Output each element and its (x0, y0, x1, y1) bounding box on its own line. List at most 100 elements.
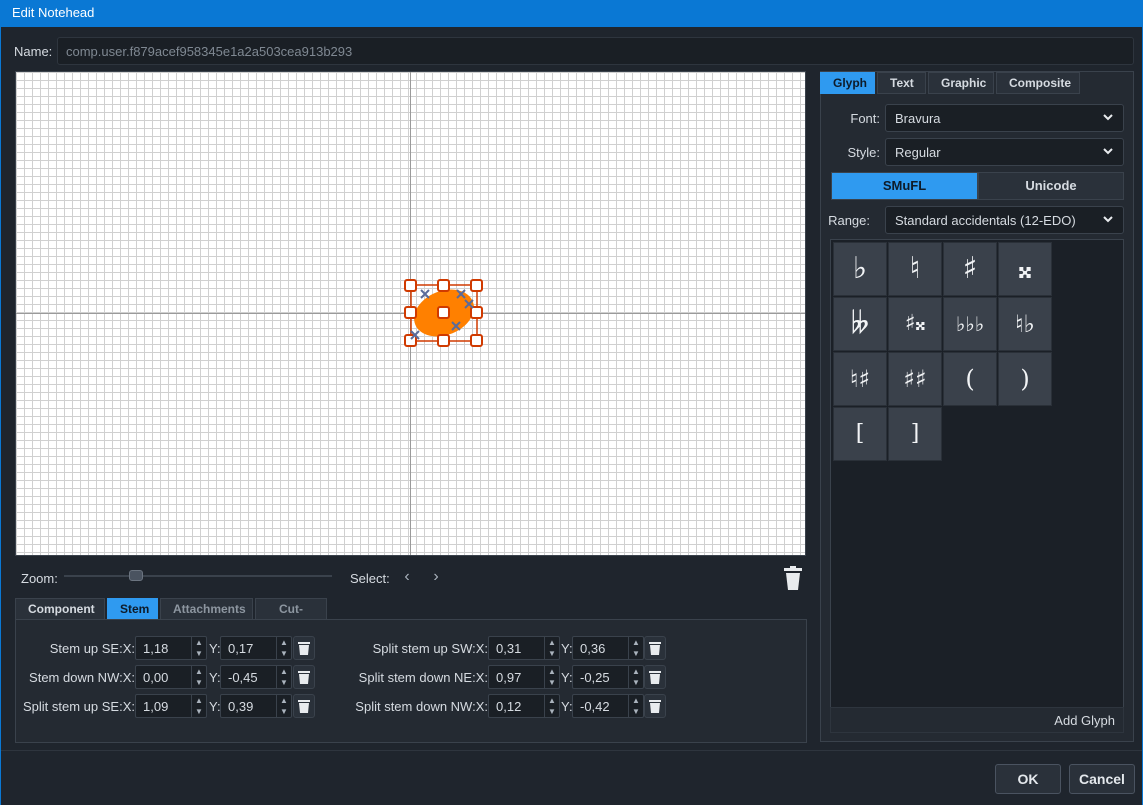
unicode-toggle[interactable]: Unicode (978, 172, 1124, 200)
delete-split-stem-down-nw-button[interactable] (644, 694, 666, 718)
center-handle[interactable] (437, 306, 450, 319)
smufl-toggle[interactable]: SMuFL (831, 172, 978, 200)
split-stem-up-sw-y-input[interactable]: 0,36 ▲ ▼ (572, 636, 644, 660)
resize-handle-e[interactable] (470, 306, 483, 319)
glyph-sharp[interactable]: ♯ (943, 242, 997, 296)
glyph-natural-flat[interactable]: ♮♭ (998, 297, 1052, 351)
add-glyph-button[interactable]: Add Glyph (830, 707, 1124, 733)
range-label: Range: (828, 213, 870, 228)
trash-icon (298, 671, 310, 684)
bottom-tab-bar: Component Stem Attachments Cut-outs (15, 598, 327, 636)
tab-stem[interactable]: Stem (107, 598, 158, 620)
y-label: Y: (561, 641, 573, 656)
resize-handle-n[interactable] (437, 279, 450, 292)
title-bar: Edit Notehead (0, 0, 1143, 27)
zoom-slider-handle[interactable] (129, 570, 143, 581)
right-tab-bar: Glyph Text Graphic Composite (820, 72, 1080, 94)
range-dropdown[interactable]: Standard accidentals (12-EDO) (885, 206, 1124, 234)
chevron-down-icon (1103, 114, 1113, 121)
split-stem-down-nw-x-input[interactable]: 0,12 ▲ ▼ (488, 694, 560, 718)
range-value: Standard accidentals (12-EDO) (895, 213, 1076, 228)
y-label: Y: (561, 670, 573, 685)
glyph-natural-sharp[interactable]: ♮♯ (833, 352, 887, 406)
tab-text[interactable]: Text (877, 72, 926, 94)
font-value: Bravura (895, 111, 941, 126)
resize-handle-w[interactable] (404, 306, 417, 319)
resize-handle-ne[interactable] (470, 279, 483, 292)
delete-split-stem-up-sw-button[interactable] (644, 636, 666, 660)
font-dropdown[interactable]: Bravura (885, 104, 1124, 132)
delete-split-stem-down-ne-button[interactable] (644, 665, 666, 689)
ok-button[interactable]: OK (995, 764, 1061, 794)
style-value: Regular (895, 145, 941, 160)
edit-notehead-dialog: Name: comp.user.f879acef958345e1a2a503ce… (0, 27, 1143, 805)
y-label: Y: (209, 699, 221, 714)
glyph-natural[interactable]: ♮ (888, 242, 942, 296)
delete-stem-down-nw-button[interactable] (293, 665, 315, 689)
delete-stem-up-se-button[interactable] (293, 636, 315, 660)
stem-down-nw-y-input[interactable]: -0,45 ▲ ▼ (220, 665, 292, 689)
glyph-sharp-sharp[interactable]: ♯♯ (888, 352, 942, 406)
stem-up-se-label: Stem up SE:X: (49, 641, 135, 656)
glyph-double-flat[interactable]: 𝄫 (833, 297, 887, 351)
zoom-slider[interactable] (64, 575, 332, 577)
split-stem-down-ne-y-input[interactable]: -0,25 ▲ ▼ (572, 665, 644, 689)
glyph-paren-left[interactable]: ( (943, 352, 997, 406)
trash-icon (298, 642, 310, 655)
split-stem-up-se-y-input[interactable]: 0,39 ▲ ▼ (220, 694, 292, 718)
tab-cut-outs[interactable]: Cut-outs (255, 598, 327, 636)
font-label: Font: (850, 111, 880, 126)
select-next-button[interactable]: › (426, 567, 446, 587)
tab-attachments[interactable]: Attachments (160, 598, 253, 620)
delete-component-icon[interactable] (781, 565, 805, 591)
select-label: Select: (350, 571, 390, 586)
tab-composite[interactable]: Composite (996, 72, 1080, 94)
stem-down-nw-label: Stem down NW:X: (29, 670, 135, 685)
tab-graphic[interactable]: Graphic (928, 72, 994, 94)
cancel-button[interactable]: Cancel (1069, 764, 1135, 794)
name-field[interactable]: comp.user.f879acef958345e1a2a503cea913b2… (57, 37, 1134, 65)
glyph-bracket-left[interactable]: [ (833, 407, 887, 461)
y-label: Y: (209, 670, 221, 685)
glyph-double-sharp[interactable]: 𝄪 (998, 242, 1052, 296)
glyph-grid: ♭ ♮ ♯ 𝄪 𝄫 ♯𝄪 ♭♭♭ ♮♭ ♮♯ ♯♯ ( ) [ ] (830, 239, 1124, 727)
footer-divider (1, 750, 1142, 751)
delete-split-stem-up-se-button[interactable] (293, 694, 315, 718)
trash-icon (649, 671, 661, 684)
notehead-shape[interactable] (401, 277, 485, 349)
select-previous-button[interactable]: ‹ (397, 567, 417, 587)
style-label: Style: (847, 145, 880, 160)
name-label: Name: (14, 44, 53, 59)
glyph-flat[interactable]: ♭ (833, 242, 887, 296)
window-title: Edit Notehead (12, 5, 95, 20)
split-stem-up-sw-x-input[interactable]: 0,31 ▲ ▼ (488, 636, 560, 660)
glyph-paren-right[interactable]: ) (998, 352, 1052, 406)
split-stem-down-ne-label: Split stem down NE:X: (358, 670, 488, 685)
stem-up-se-x-input[interactable]: 1,18 ▲ ▼ (135, 636, 207, 660)
split-stem-up-se-x-input[interactable]: 1,09 ▲ ▼ (135, 694, 207, 718)
trash-icon (298, 700, 310, 713)
resize-handle-nw[interactable] (404, 279, 417, 292)
resize-handle-se[interactable] (470, 334, 483, 347)
stem-panel: Stem up SE:X: 1,18 ▲ ▼ Y: 0,17 ▲ ▼ Stem down… (15, 619, 807, 743)
split-stem-down-ne-x-input[interactable]: 0,97 ▲ ▼ (488, 665, 560, 689)
name-value: comp.user.f879acef958345e1a2a503cea913b2… (66, 44, 353, 59)
split-stem-down-nw-label: Split stem down NW:X: (355, 699, 488, 714)
glyph-triple-flat[interactable]: ♭♭♭ (943, 297, 997, 351)
glyph-bracket-right[interactable]: ] (888, 407, 942, 461)
style-dropdown[interactable]: Regular (885, 138, 1124, 166)
split-stem-down-nw-y-input[interactable]: -0,42 ▲ ▼ (572, 694, 644, 718)
split-stem-up-sw-label: Split stem up SW:X: (372, 641, 488, 656)
glyph-triple-sharp[interactable]: ♯𝄪 (888, 297, 942, 351)
y-label: Y: (209, 641, 221, 656)
chevron-down-icon (1103, 216, 1113, 223)
stem-down-nw-x-input[interactable]: 0,00 ▲ ▼ (135, 665, 207, 689)
stem-up-se-y-input[interactable]: 0,17 ▲ ▼ (220, 636, 292, 660)
resize-handle-s[interactable] (437, 334, 450, 347)
split-stem-up-se-label: Split stem up SE:X: (23, 699, 135, 714)
notehead-editor-canvas[interactable] (15, 71, 806, 556)
tab-glyph[interactable]: Glyph (820, 72, 875, 94)
trash-icon (649, 700, 661, 713)
y-label: Y: (561, 699, 573, 714)
tab-component[interactable]: Component (15, 598, 105, 620)
